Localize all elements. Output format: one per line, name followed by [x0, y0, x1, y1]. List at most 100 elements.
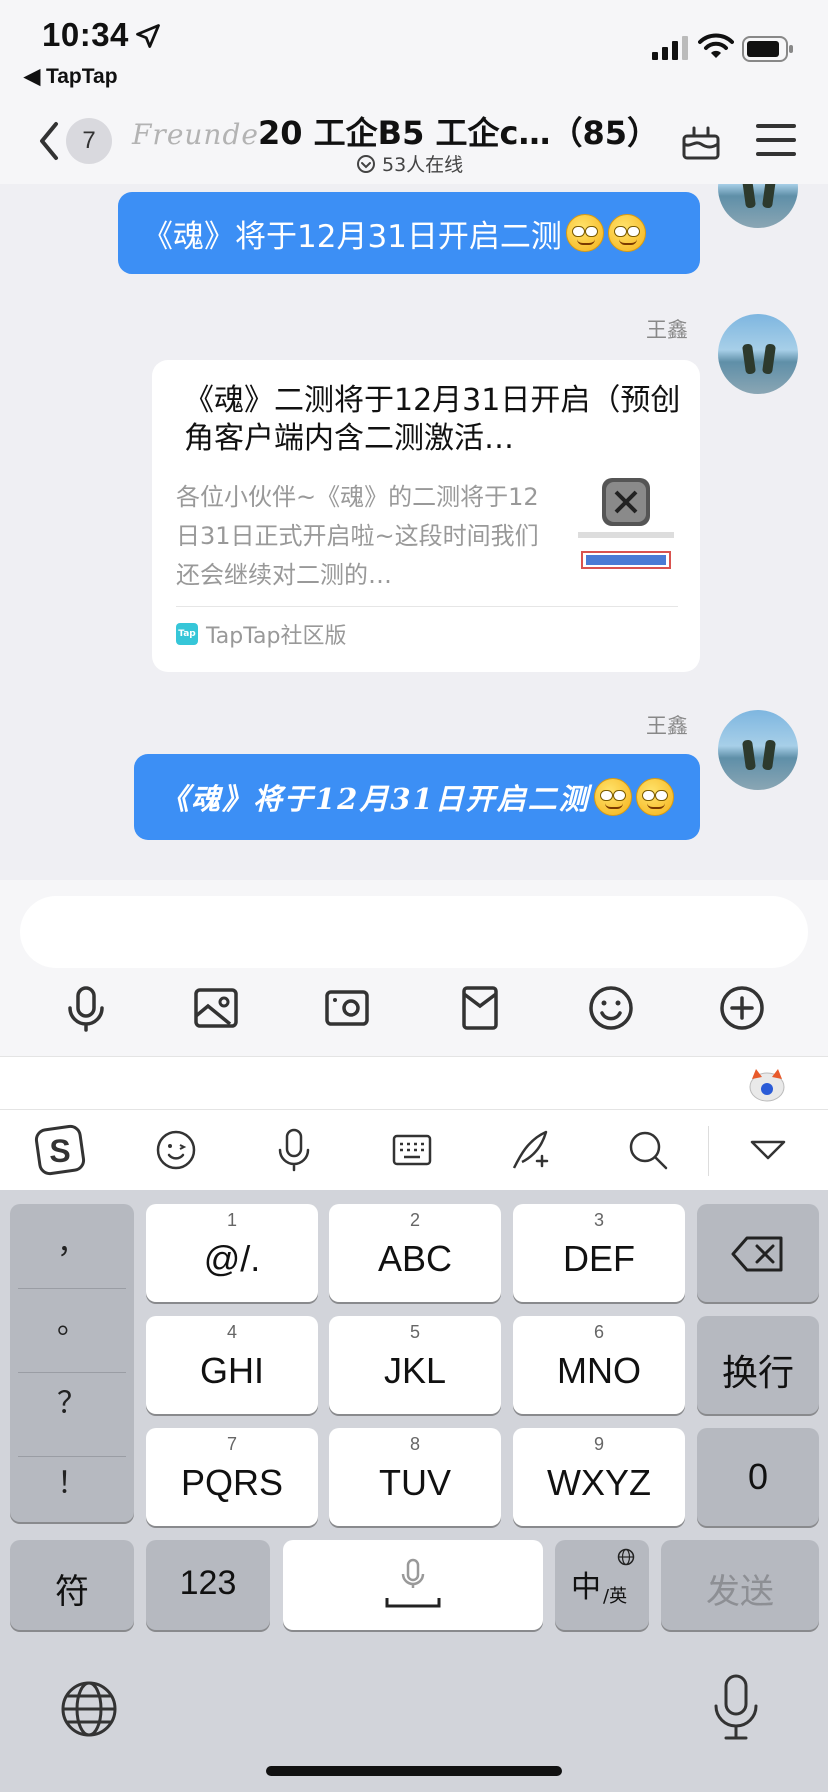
key-number: 2 — [409, 1210, 420, 1230]
numbers-key[interactable]: 123 — [146, 1540, 270, 1630]
key-number: 8 — [409, 1434, 420, 1454]
ime-suggestion-bar — [0, 1056, 828, 1110]
menu-icon[interactable] — [756, 122, 796, 158]
key-label: DEF — [563, 1238, 635, 1279]
online-status: 53人在线 — [356, 150, 463, 177]
punct-key[interactable]: ， — [10, 1204, 134, 1283]
plus-circle-icon[interactable] — [718, 984, 766, 1032]
svg-text:S: S — [49, 1133, 70, 1169]
sender-name: 王鑫 — [646, 714, 688, 738]
return-key[interactable]: 换行 — [697, 1316, 819, 1414]
back-chevron-icon[interactable] — [34, 118, 64, 164]
card-thumbnail — [578, 478, 674, 569]
card-divider — [176, 606, 678, 607]
sender-avatar[interactable] — [718, 710, 798, 790]
grin-emoji-icon — [607, 214, 646, 252]
online-count-text: 53人在线 — [382, 154, 464, 176]
key-label: MNO — [557, 1350, 641, 1391]
battery-icon — [742, 36, 793, 62]
key-0[interactable]: 0 — [697, 1428, 819, 1526]
message-bubble[interactable]: 《魂》将于12月31日开启二测 — [134, 754, 700, 840]
message-text: 《魂》将于12月31日开启二测 — [142, 218, 562, 255]
image-icon[interactable] — [192, 984, 240, 1032]
sogou-mascot-icon[interactable] — [748, 1067, 786, 1103]
card-source: Tap TapTap社区版 — [176, 618, 347, 650]
globe-small-icon — [617, 1548, 635, 1566]
key-label: 123 — [179, 1564, 237, 1602]
handwriting-quill-icon[interactable] — [506, 1126, 554, 1174]
gift-box-icon[interactable] — [680, 120, 722, 162]
grin-emoji-icon — [565, 214, 604, 252]
unread-count-badge[interactable]: 7 — [66, 118, 112, 164]
message-input[interactable] — [20, 896, 808, 968]
key-9[interactable]: 9 WXYZ — [513, 1428, 685, 1526]
symbols-key[interactable]: 符 — [10, 1540, 134, 1630]
t9-keyboard: ， 。 ？ ！ 1 @/. 2 ABC 3 DEF 4 GHI 5 JKL 6 … — [0, 1190, 828, 1792]
key-1[interactable]: 1 @/. — [146, 1204, 318, 1302]
emoji-face-icon[interactable] — [152, 1126, 200, 1174]
wifi-icon — [698, 33, 734, 58]
group-logo: Freunde — [132, 118, 259, 151]
language-switch-key[interactable]: 中 /英 — [555, 1540, 649, 1630]
chat-messages: 《魂》将于12月31日开启二测 王鑫 《魂》二测将于12月31日开启（预创角客户… — [0, 184, 828, 880]
key-number: 9 — [593, 1434, 604, 1454]
status-bar: 10:34 ◀ TapTap — [0, 0, 828, 100]
keyboard-layout-icon[interactable] — [388, 1126, 436, 1174]
emoji-smile-icon[interactable] — [587, 984, 635, 1032]
key-5[interactable]: 5 JKL — [329, 1316, 501, 1414]
key-label: GHI — [199, 1350, 264, 1391]
send-key[interactable]: 发送 — [661, 1540, 819, 1630]
cellular-signal-icon — [652, 36, 688, 60]
sender-avatar[interactable] — [718, 184, 798, 228]
red-packet-icon[interactable] — [456, 984, 504, 1032]
link-card[interactable]: 《魂》二测将于12月31日开启（预创角客户端内含二测激活… 各位小伙伴~《魂》的… — [152, 360, 700, 672]
key-3[interactable]: 3 DEF — [513, 1204, 685, 1302]
back-to-app-link[interactable]: ◀ TapTap — [24, 64, 118, 89]
key-sublabel: /英 — [603, 1586, 628, 1607]
key-number: 1 — [226, 1210, 237, 1230]
space-key[interactable] — [283, 1540, 543, 1630]
key-4[interactable]: 4 GHI — [146, 1316, 318, 1414]
key-number: 4 — [226, 1322, 237, 1342]
taptap-icon: Tap — [176, 623, 198, 645]
punct-key[interactable]: ！ — [10, 1444, 134, 1523]
key-label: JKL — [383, 1350, 447, 1391]
search-icon[interactable] — [624, 1126, 672, 1174]
collapse-keyboard-icon[interactable] — [744, 1126, 792, 1174]
grin-emoji-icon — [635, 778, 674, 816]
punct-key[interactable]: ？ — [10, 1364, 134, 1443]
sender-name: 王鑫 — [646, 318, 688, 342]
key-6[interactable]: 6 MNO — [513, 1316, 685, 1414]
key-label: 0 — [747, 1456, 769, 1497]
key-label: ABC — [377, 1238, 453, 1279]
key-number: 5 — [409, 1322, 420, 1342]
grin-emoji-icon — [593, 778, 632, 816]
key-label: 发送 — [706, 1572, 774, 1612]
card-description: 各位小伙伴~《魂》的二测将于12日31日正式开启啦~这段时间我们还会继续对二测的… — [176, 483, 539, 589]
key-7[interactable]: 7 PQRS — [146, 1428, 318, 1526]
message-text: 《魂》将于12月31日开启二测 — [160, 782, 590, 816]
dictation-mic-icon[interactable] — [712, 1674, 760, 1740]
key-8[interactable]: 8 TUV — [329, 1428, 501, 1526]
key-number: 3 — [593, 1210, 604, 1230]
key-number: 7 — [226, 1434, 237, 1454]
key-label: 换行 — [721, 1353, 794, 1394]
backspace-icon — [731, 1236, 783, 1272]
key-label: 符 — [55, 1572, 89, 1612]
key-2[interactable]: 2 ABC — [329, 1204, 501, 1302]
key-label: @/. — [203, 1238, 261, 1279]
globe-icon[interactable] — [60, 1680, 118, 1738]
voice-input-icon[interactable] — [270, 1126, 318, 1174]
camera-icon[interactable] — [323, 984, 371, 1032]
sender-avatar[interactable] — [718, 314, 798, 394]
message-bubble[interactable]: 《魂》将于12月31日开启二测 — [118, 192, 700, 274]
voice-mic-icon[interactable] — [62, 984, 110, 1032]
key-label: WXYZ — [547, 1462, 651, 1503]
punct-key[interactable]: 。 — [10, 1284, 134, 1363]
chat-title[interactable]: 20 工企B5 工企c…（85） — [258, 108, 659, 154]
chat-nav-bar: 7 Freunde 20 工企B5 工企c…（85） 53人在线 — [0, 100, 828, 184]
key-label: 中 — [571, 1570, 601, 1605]
sogou-logo-icon[interactable]: S — [34, 1124, 86, 1176]
toolbar-divider — [708, 1126, 709, 1176]
backspace-key[interactable] — [697, 1204, 819, 1302]
